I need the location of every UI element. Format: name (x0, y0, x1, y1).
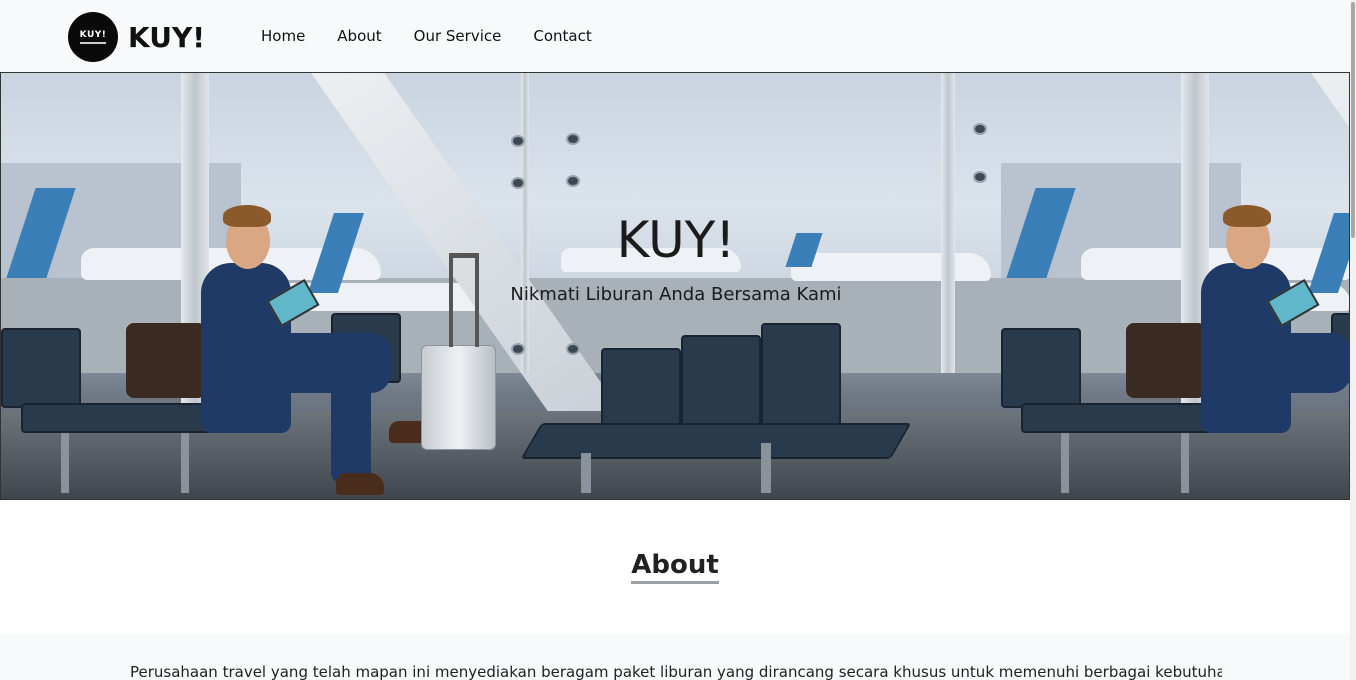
about-section: Perusahaan travel yang telah mapan ini m… (0, 633, 1350, 680)
about-heading-text: About (631, 550, 719, 584)
page-scrollbar[interactable] (1350, 0, 1356, 680)
hero-banner: KUY! Nikmati Liburan Anda Bersama Kami (0, 72, 1350, 500)
about-heading: About (0, 550, 1350, 584)
scrollbar-thumb[interactable] (1351, 2, 1355, 238)
navbar: KUY! KUY! Home About Our Service Contact (0, 0, 1350, 72)
about-text: Perusahaan travel yang telah mapan ini m… (130, 663, 1222, 680)
brand-link[interactable]: KUY! KUY! (68, 12, 205, 62)
logo-text: KUY! (79, 30, 107, 40)
hero-background-image (1, 73, 1001, 499)
nav-item-contact[interactable]: Contact (533, 27, 591, 45)
brand-name: KUY! (128, 20, 205, 54)
nav-item-our-service[interactable]: Our Service (414, 27, 502, 45)
logo-underline (80, 42, 106, 44)
nav-menu: Home About Our Service Contact (261, 27, 624, 45)
nav-item-about[interactable]: About (337, 27, 381, 45)
brand-logo: KUY! (68, 12, 118, 62)
hero-background-image-repeat (1001, 73, 1349, 499)
nav-item-home[interactable]: Home (261, 27, 305, 45)
